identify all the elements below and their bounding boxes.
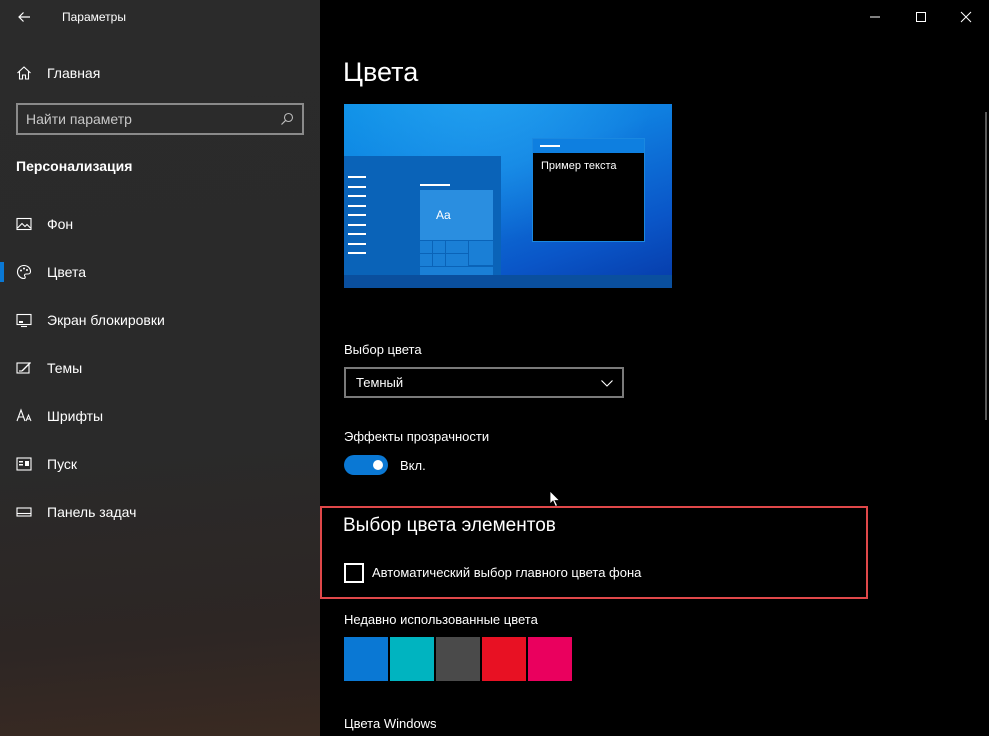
windows-colors-label: Цвета Windows xyxy=(344,716,437,731)
color-swatch[interactable] xyxy=(344,637,388,681)
search-input[interactable] xyxy=(26,109,276,129)
accent-section-title: Выбор цвета элементов xyxy=(343,515,556,536)
color-mode-dropdown[interactable]: Темный xyxy=(344,367,624,398)
auto-accent-label[interactable]: Автоматический выбор главного цвета фона xyxy=(372,565,641,580)
recent-colors-label: Недавно использованные цвета xyxy=(344,612,538,627)
page-title: Цвета xyxy=(343,57,419,87)
sidebar-item-label: Темы xyxy=(47,360,83,376)
close-icon xyxy=(960,11,972,23)
maximize-icon xyxy=(916,12,926,22)
theme-preview: Aa Пример текста xyxy=(344,104,672,288)
sidebar-item-label: Пуск xyxy=(47,456,78,472)
lock-screen-icon xyxy=(16,313,32,328)
back-arrow-icon xyxy=(18,12,30,22)
transparency-state: Вкл. xyxy=(400,458,426,473)
recent-colors-swatches xyxy=(344,637,572,681)
nav-home-label: Главная xyxy=(47,65,101,81)
section-title: Персонализация xyxy=(16,158,133,174)
color-swatch[interactable] xyxy=(528,637,572,681)
color-mode-value: Темный xyxy=(356,375,404,390)
sidebar-item-label: Цвета xyxy=(47,264,86,280)
sidebar-item-fonts[interactable]: Шрифты xyxy=(0,396,320,436)
color-swatch[interactable] xyxy=(436,637,480,681)
preview-tile: Aa xyxy=(420,190,493,240)
scrollbar[interactable] xyxy=(985,112,987,420)
transparency-label: Эффекты прозрачности xyxy=(344,429,490,444)
sidebar-item-themes[interactable]: Темы xyxy=(0,348,320,388)
sidebar-item-start[interactable]: Пуск xyxy=(0,444,320,484)
taskbar-icon xyxy=(16,507,32,517)
preview-start-list xyxy=(348,176,370,262)
toggle-knob xyxy=(373,460,383,470)
preview-taskbar xyxy=(344,275,672,288)
sidebar-item-background[interactable]: Фон xyxy=(0,204,320,244)
back-button[interactable] xyxy=(8,3,40,31)
start-icon xyxy=(16,457,32,471)
fonts-icon xyxy=(16,408,32,422)
transparency-toggle[interactable] xyxy=(344,455,388,475)
selected-indicator xyxy=(0,262,4,282)
preview-sample-text: Пример текста xyxy=(541,160,617,172)
app-title: Параметры xyxy=(62,10,126,24)
minimize-button[interactable] xyxy=(852,0,898,34)
sidebar-item-label: Панель задач xyxy=(47,504,137,520)
maximize-button[interactable] xyxy=(898,0,944,34)
sidebar-item-label: Шрифты xyxy=(47,408,104,424)
sidebar-item-taskbar[interactable]: Панель задач xyxy=(0,492,320,532)
sidebar-item-label: Фон xyxy=(47,216,74,232)
close-button[interactable] xyxy=(943,0,989,34)
nav-home[interactable]: Главная xyxy=(0,57,320,89)
search-icon[interactable] xyxy=(280,112,294,126)
minimize-icon xyxy=(870,16,880,18)
preview-tile-text: Aa xyxy=(436,208,451,222)
titlebar-left: Параметры xyxy=(0,0,320,34)
color-swatch[interactable] xyxy=(390,637,434,681)
picture-icon xyxy=(16,217,32,231)
auto-accent-checkbox[interactable] xyxy=(344,563,364,583)
preview-window: Пример текста xyxy=(532,138,645,242)
color-mode-label: Выбор цвета xyxy=(344,342,422,357)
palette-icon xyxy=(16,264,32,280)
sidebar: Параметры Главная Персонализация Фон Цве… xyxy=(0,0,320,736)
sidebar-item-label: Экран блокировки xyxy=(47,312,165,328)
color-swatch[interactable] xyxy=(482,637,526,681)
chevron-down-icon xyxy=(601,380,613,387)
sidebar-item-colors[interactable]: Цвета xyxy=(0,252,320,292)
sidebar-item-lock-screen[interactable]: Экран блокировки xyxy=(0,300,320,340)
search-box[interactable] xyxy=(16,103,304,135)
home-icon xyxy=(17,66,31,80)
themes-icon xyxy=(16,362,31,374)
